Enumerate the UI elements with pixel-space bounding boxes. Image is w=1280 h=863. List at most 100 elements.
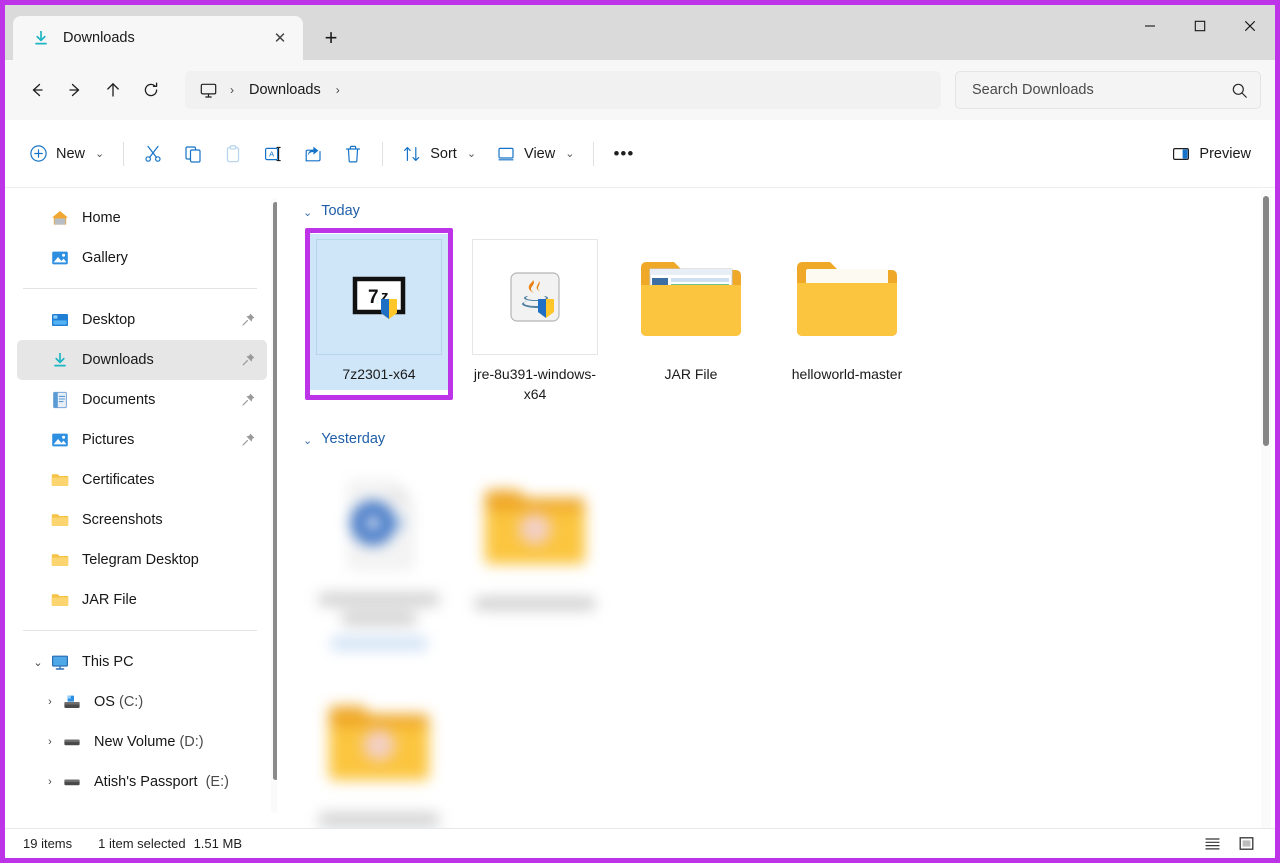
chevron-right-icon[interactable]: › [39, 776, 61, 788]
sidebar-item-screenshots[interactable]: Screenshots [17, 500, 267, 540]
redacted-label [319, 593, 439, 606]
folder-tile-jar-file[interactable]: JAR File [613, 226, 769, 410]
chevron-down-icon[interactable]: ⌄ [27, 656, 49, 669]
sidebar-item-pictures[interactable]: Pictures [17, 420, 267, 460]
tile-thumbnail: 7 z [316, 239, 442, 355]
selection-size-text: 1.51 MB [193, 836, 242, 851]
toolbar-divider-2 [382, 141, 384, 166]
group-header-yesterday[interactable]: ⌄ Yesterday [303, 426, 1275, 452]
rename-button[interactable]: A [253, 135, 293, 173]
drive-icon [61, 731, 83, 753]
large-icons-view-icon[interactable] [1231, 832, 1261, 856]
breadcrumb-item-downloads[interactable]: Downloads [245, 79, 325, 101]
search-input[interactable] [972, 82, 1231, 98]
tab-downloads[interactable]: Downloads ✕ [13, 16, 303, 60]
sidebar-item-jar-file[interactable]: JAR File [17, 580, 267, 620]
pin-icon[interactable] [241, 432, 257, 448]
more-options-button[interactable]: ••• [603, 135, 644, 173]
refresh-button[interactable] [133, 72, 169, 108]
share-icon [305, 146, 321, 161]
folder-tile-redacted-3[interactable] [301, 670, 457, 833]
share-button[interactable] [293, 135, 333, 173]
blurred-file-icon [350, 482, 412, 568]
sidebar-item-this-pc[interactable]: ⌄ This PC [17, 642, 267, 682]
tile-thumbnail [472, 467, 598, 583]
gallery-icon [49, 247, 71, 269]
sidebar-item-documents[interactable]: Documents [17, 380, 267, 420]
breadcrumb[interactable]: › Downloads › [185, 71, 941, 109]
download-icon [49, 349, 71, 371]
paste-button[interactable] [213, 135, 253, 173]
chevron-right-icon[interactable]: › [39, 696, 61, 708]
minimize-button[interactable] [1125, 5, 1175, 47]
sort-icon [404, 146, 420, 161]
sidebar-item-label: Certificates [82, 472, 155, 488]
list-view-icon[interactable] [1197, 832, 1227, 856]
status-bar: 19 items 1 item selected 1.51 MB [5, 828, 1275, 858]
sidebar-divider-2 [23, 630, 257, 631]
new-tab-button[interactable]: + [313, 20, 349, 56]
sidebar-item-telegram-desktop[interactable]: Telegram Desktop [17, 540, 267, 580]
desktop-icon [49, 309, 71, 331]
pin-icon[interactable] [241, 312, 257, 328]
folder-icon [49, 469, 71, 491]
delete-button[interactable] [333, 135, 373, 173]
file-tile-jre-8u391-windows-x64[interactable]: jre-8u391-windows-x64 [457, 226, 613, 410]
folder-icon [49, 509, 71, 531]
close-button[interactable] [1225, 5, 1275, 47]
view-label: View [524, 145, 556, 162]
tile-label: helloworld-master [791, 366, 903, 382]
sidebar-item-label: OS (C:) [94, 694, 144, 710]
chevron-down-icon[interactable]: ⌄ [303, 206, 312, 219]
sidebar-item-gallery[interactable]: Gallery [17, 238, 267, 278]
today-tiles: 7 z 7z2301-x64 jre-8u391-windows-x64 JAR… [277, 226, 1275, 410]
chevron-down-icon: ⌄ [466, 148, 477, 160]
home-icon [49, 207, 71, 229]
copy-button[interactable] [173, 135, 213, 173]
chevron-right-icon[interactable]: › [39, 736, 61, 748]
file-tile-redacted-1[interactable] [301, 454, 457, 656]
sidebar-item-drive-e[interactable]: › Atish's Passport (E:) [35, 762, 267, 802]
tile-thumbnail [316, 467, 442, 583]
back-button[interactable] [19, 72, 55, 108]
search-icon[interactable] [1231, 82, 1248, 99]
close-icon[interactable]: ✕ [265, 23, 295, 53]
chevron-down-icon[interactable]: ⌄ [303, 434, 312, 447]
view-button[interactable]: View ⌄ [486, 135, 584, 173]
redacted-label-3 [331, 637, 427, 650]
new-button[interactable]: New ⌄ [19, 135, 114, 173]
group-header-today[interactable]: ⌄ Today [303, 198, 1275, 224]
tile-content [461, 462, 609, 616]
preview-pane-button[interactable]: Preview [1161, 135, 1261, 173]
maximize-button[interactable] [1175, 5, 1225, 47]
content-scrollbar-thumb[interactable] [1263, 196, 1269, 446]
breadcrumb-separator-end[interactable]: › [325, 83, 351, 97]
up-button[interactable] [95, 72, 131, 108]
sidebar-item-label: Gallery [82, 250, 128, 266]
sidebar-item-drive-c[interactable]: › OS (C:) [35, 682, 267, 722]
sidebar-item-desktop[interactable]: Desktop [17, 300, 267, 340]
sidebar-item-certificates[interactable]: Certificates [17, 460, 267, 500]
file-tile-7z2301-x64[interactable]: 7 z 7z2301-x64 [301, 226, 457, 410]
pin-icon[interactable] [241, 352, 257, 368]
sidebar-item-label: Downloads [82, 352, 154, 368]
search-box[interactable] [955, 71, 1261, 109]
sidebar-item-home[interactable]: Home [17, 198, 267, 238]
cut-button[interactable] [133, 135, 173, 173]
forward-button[interactable] [57, 72, 93, 108]
sidebar-item-label: JAR File [82, 592, 137, 608]
tile-content [305, 678, 453, 833]
pin-icon[interactable] [241, 392, 257, 408]
item-count-text: 19 items [23, 836, 73, 851]
tab-strip: Downloads ✕ + [5, 5, 349, 60]
tile-thumbnail [628, 239, 754, 355]
explorer-body: Home Gallery Desktop Downloads Documents… [5, 188, 1275, 833]
chevron-down-icon: ⌄ [95, 148, 105, 160]
file-list-pane[interactable]: ⌄ Today 7 z 7z2301-x64 jre-8u391-windows… [277, 188, 1275, 833]
tile-label: jre-8u391-windows-x64 [473, 366, 597, 402]
sidebar-item-drive-d[interactable]: › New Volume (D:) [35, 722, 267, 762]
sidebar-item-downloads[interactable]: Downloads [17, 340, 267, 380]
folder-tile-helloworld-master[interactable]: helloworld-master [769, 226, 925, 410]
folder-tile-redacted-2[interactable] [457, 454, 613, 656]
sort-button[interactable]: Sort ⌄ [392, 135, 486, 173]
